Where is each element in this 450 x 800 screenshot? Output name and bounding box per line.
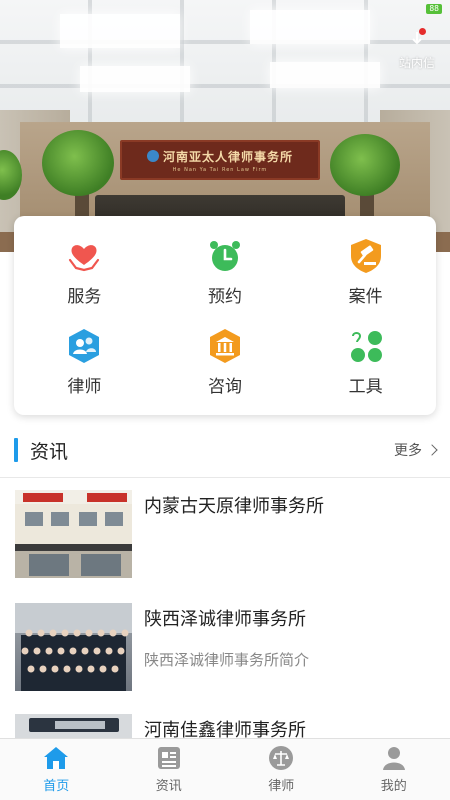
menu-item-tools[interactable]: 工具 [295, 318, 436, 408]
menu-item-consult[interactable]: 咨询 [155, 318, 296, 408]
news-title: 陕西泽诚律师事务所 [144, 609, 306, 630]
nav-label: 律师 [268, 779, 295, 794]
lawyer-badge-icon [69, 328, 100, 363]
plant [42, 130, 114, 196]
inbox-label: 站内信 [398, 56, 435, 70]
news-summary: 陕西泽诚律师事务所简介 [144, 651, 310, 669]
unread-dot [419, 28, 426, 35]
profile-icon [382, 747, 405, 770]
divider [0, 477, 450, 478]
menu-label: 预约 [207, 287, 242, 308]
menu-label: 律师 [67, 376, 102, 397]
chevron-right-icon [426, 444, 438, 456]
news-thumbnail [15, 603, 132, 691]
ceiling-light [80, 66, 190, 92]
gavel-icon [350, 239, 381, 274]
feature-menu: 服务 预约 案件 律师 咨询 工具 [14, 216, 436, 415]
scales-icon [269, 746, 294, 770]
news-section-header: 资讯 更多 [0, 430, 450, 470]
news-icon [157, 747, 180, 769]
menu-label: 工具 [348, 376, 383, 397]
news-thumbnail [15, 490, 132, 578]
home-icon [44, 747, 69, 769]
nav-profile[interactable]: 我的 [338, 739, 450, 800]
nav-label: 资讯 [155, 779, 182, 794]
more-label: 更多 [394, 443, 422, 459]
inbox-button[interactable]: 站内信 [392, 28, 442, 74]
firm-logo-icon [146, 150, 159, 162]
status-bar: 88 [426, 4, 442, 14]
nav-label: 我的 [380, 779, 407, 794]
tools-grid-icon [350, 330, 382, 362]
heart-hands-icon [69, 245, 100, 272]
nav-label: 首页 [43, 779, 70, 794]
ceiling-light [60, 14, 180, 48]
news-item[interactable]: 内蒙古天原律师事务所 [15, 490, 437, 580]
courthouse-icon [209, 328, 240, 363]
section-title: 资讯 [30, 440, 69, 463]
sign-title: 河南亚太人律师事务所 [162, 149, 293, 164]
menu-item-appointment[interactable]: 预约 [155, 228, 296, 318]
sign-subtitle: He Nan Ya Tai Ren Law Firm [172, 166, 268, 173]
firm-signboard: 河南亚太人律师事务所 He Nan Ya Tai Ren Law Firm [120, 140, 320, 180]
menu-label: 服务 [67, 287, 102, 308]
message-icon [408, 28, 426, 48]
menu-label: 咨询 [207, 376, 242, 397]
battery-indicator: 88 [426, 4, 442, 14]
ceiling-light [250, 10, 370, 44]
plant [330, 134, 400, 196]
bottom-navigation: 首页 资讯 律师 我的 [0, 738, 450, 800]
nav-news[interactable]: 资讯 [113, 739, 226, 800]
menu-label: 案件 [348, 287, 383, 308]
menu-item-lawyer[interactable]: 律师 [14, 318, 155, 408]
ceiling-light [270, 62, 380, 88]
nav-home[interactable]: 首页 [0, 739, 113, 800]
hero-banner: 河南亚太人律师事务所 He Nan Ya Tai Ren Law Firm 88… [0, 0, 450, 252]
more-link[interactable]: 更多 [394, 440, 438, 460]
menu-item-service[interactable]: 服务 [14, 228, 155, 318]
alarm-clock-icon [209, 241, 240, 272]
section-accent-bar [14, 438, 18, 462]
news-item[interactable]: 陕西泽诚律师事务所 陕西泽诚律师事务所简介 [15, 603, 437, 693]
menu-item-case[interactable]: 案件 [295, 228, 436, 318]
news-title: 内蒙古天原律师事务所 [144, 496, 324, 517]
nav-lawyer[interactable]: 律师 [225, 739, 338, 800]
